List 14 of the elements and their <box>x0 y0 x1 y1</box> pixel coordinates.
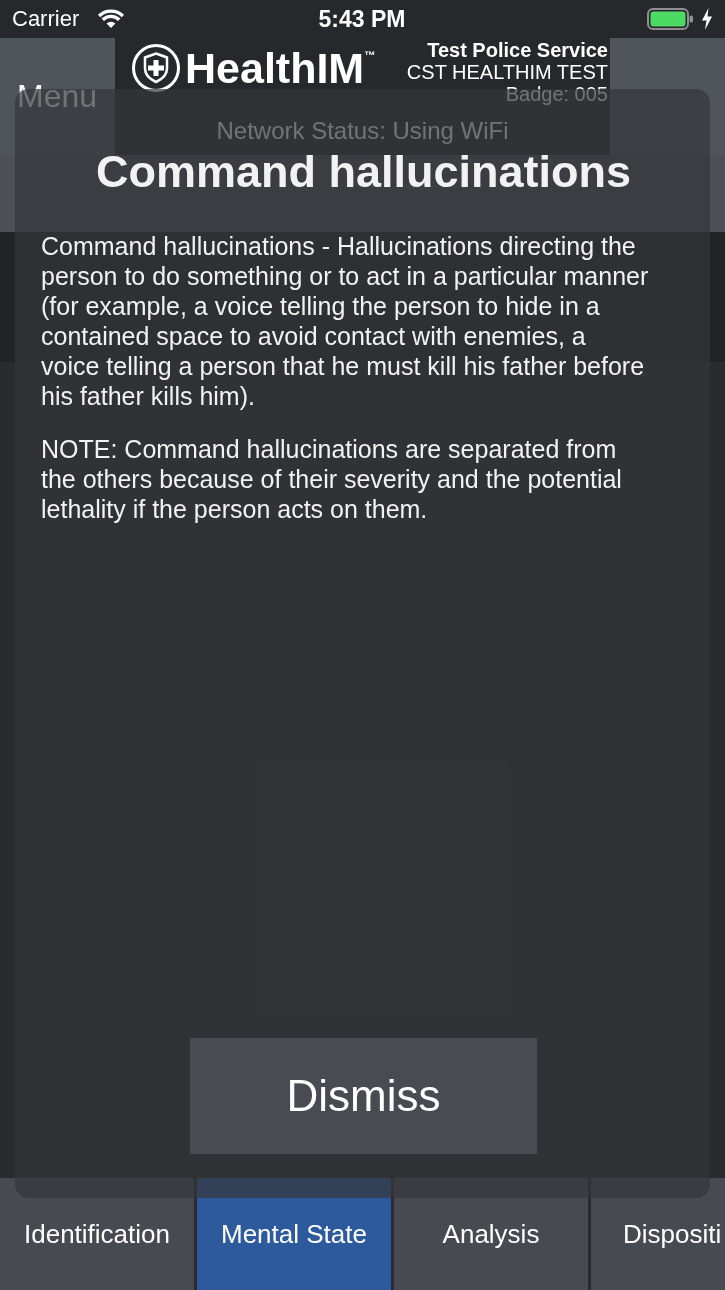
service-name: Test Police Service <box>427 39 608 61</box>
shield-cross-icon <box>132 44 180 92</box>
carrier-name: Carrier <box>12 6 80 32</box>
battery-icon <box>647 8 693 30</box>
wifi-icon <box>97 9 126 29</box>
unit-name: CST HEALTHIM TEST <box>406 61 608 83</box>
network-status: Network Status: Using WiFi <box>216 117 509 145</box>
brand-name: HealthIM$^{™}$ <box>185 44 376 92</box>
dialog-paragraph: NOTE: Command hallucinations are separated from the others because of their severity and the potential lethality if the person acts on them. <box>41 434 623 524</box>
dialog-paragraph: Command hallucinations - Hallucinations directing the person to do something or to act in a particular manner (for example, a voice telling the person to hide in a contained space to avoid contact with enemies, a voice telling a person that he must kill his father before his father kills him). <box>41 231 650 411</box>
dialog-title: Command hallucinations <box>95 146 632 198</box>
dismiss-button[interactable]: Dismiss <box>190 1038 537 1154</box>
clock-time: 5:43 PM <box>318 5 406 33</box>
badge-number: Badge: 005 <box>505 83 608 105</box>
